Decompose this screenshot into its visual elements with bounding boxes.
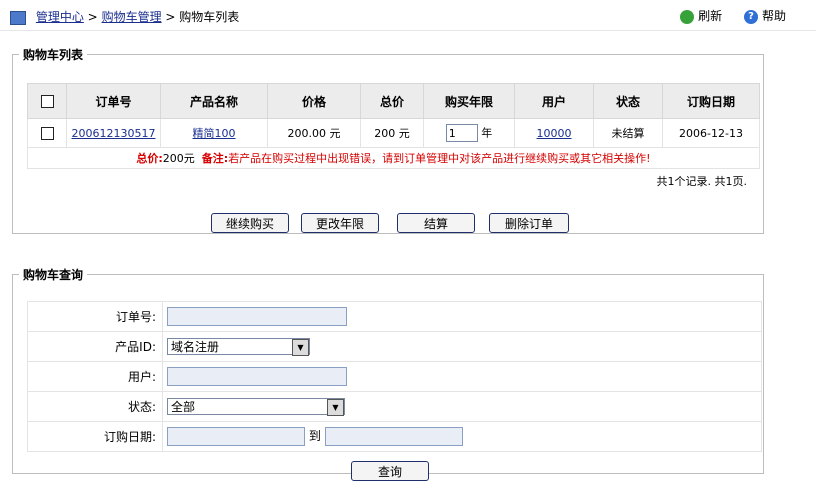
cart-query-legend: 购物车查询 (23, 268, 84, 282)
query-form: 订单号: 产品ID: 域名注册 ▼ 用户: 状态: 全部 ▼ 订购日期: 到 (27, 301, 762, 452)
breadcrumb-current: 购物车列表 (179, 10, 240, 24)
top-actions: 刷新 ? 帮助 (662, 7, 786, 24)
total-row: 总价:200元 备注:若产品在购买过程中出现错误，请到订单管理中对该产品进行继续… (27, 147, 760, 169)
user-label: 用户: (27, 361, 163, 392)
product-id-select[interactable]: 域名注册 ▼ (167, 338, 310, 356)
note-text: 若产品在购买过程中出现错误，请到订单管理中对该产品进行继续购买或其它相关操作! (228, 152, 651, 165)
table-header: 订单号 产品名称 价格 总价 购买年限 用户 状态 订购日期 (27, 83, 760, 119)
total-cell: 200 元 (360, 118, 424, 148)
user-value-cell (162, 361, 762, 392)
checkout-button[interactable]: 结算 (397, 213, 475, 233)
select-all-cell (27, 83, 67, 119)
order-no-cell: 200612130517 (66, 118, 161, 148)
date-value-cell: 到 (162, 421, 762, 452)
top-bar: 管理中心 > 购物车管理 > 购物车列表 刷新 ? 帮助 (0, 0, 816, 31)
product-cell: 精简100 (160, 118, 268, 148)
row-checkbox[interactable] (40, 126, 54, 140)
breadcrumb-home-link[interactable]: 管理中心 (36, 10, 84, 24)
status-select[interactable]: 全部 ▼ (167, 398, 345, 416)
record-summary: 共1个记录. 共1页. (656, 175, 748, 188)
help-icon: ? (743, 9, 758, 24)
breadcrumb-section-link[interactable]: 购物车管理 (102, 10, 162, 24)
order-no-label: 订单号: (27, 301, 163, 332)
cart-list-legend: 购物车列表 (23, 48, 84, 62)
product-id-row: 产品ID: 域名注册 ▼ (27, 331, 762, 362)
column-header: 总价 (360, 83, 424, 119)
breadcrumb-separator: > (87, 10, 98, 24)
status-row: 状态: 全部 ▼ (27, 391, 762, 422)
date-cell: 2006-12-13 (662, 118, 760, 148)
user-cell: 10000 (514, 118, 594, 148)
select-all-checkbox[interactable] (40, 95, 54, 108)
refresh-label: 刷新 (698, 9, 723, 23)
table-row: 200612130517 精简100 200.00 元 200 元 年 1000… (27, 118, 760, 148)
years-cell: 年 (423, 118, 515, 148)
status-value-cell: 全部 ▼ (162, 391, 762, 422)
years-input[interactable] (445, 124, 478, 142)
column-header: 状态 (593, 83, 663, 119)
refresh-icon (680, 9, 695, 24)
refresh-button[interactable]: 刷新 (680, 7, 722, 24)
date-row: 订购日期: 到 (27, 421, 762, 452)
column-header: 购买年限 (423, 83, 515, 119)
date-to-input[interactable] (324, 427, 463, 446)
column-header: 订单号 (66, 83, 161, 119)
breadcrumb: 管理中心 > 购物车管理 > 购物车列表 (10, 8, 239, 25)
product-id-label: 产品ID: (27, 331, 163, 362)
cart-list-panel: 购物车列表 订单号 产品名称 价格 总价 购买年限 用户 状态 订购日期 200… (12, 46, 764, 234)
column-header: 订购日期 (662, 83, 760, 119)
note-label: 备注: (201, 152, 229, 165)
column-header: 价格 (267, 83, 361, 119)
window-icon (10, 10, 26, 25)
delete-order-button[interactable]: 删除订单 (489, 213, 569, 233)
continue-purchase-button[interactable]: 继续购买 (211, 213, 289, 233)
cart-table: 订单号 产品名称 价格 总价 购买年限 用户 状态 订购日期 200612130… (27, 83, 760, 169)
order-no-input[interactable] (167, 307, 347, 326)
date-from-input[interactable] (167, 427, 305, 446)
total-value: 200元 (162, 152, 195, 165)
column-header: 用户 (514, 83, 594, 119)
order-no-value-cell (162, 301, 762, 332)
price-cell: 200.00 元 (267, 118, 361, 148)
status-label: 状态: (27, 391, 163, 422)
date-to-label: 到 (308, 429, 321, 443)
breadcrumb-separator: > (165, 10, 176, 24)
total-label: 总价: (136, 152, 163, 165)
product-link[interactable]: 精简100 (193, 127, 236, 140)
chevron-down-icon: ▼ (292, 339, 309, 356)
status-selected: 全部 (171, 400, 196, 414)
status-cell: 未结算 (593, 118, 663, 148)
order-no-row: 订单号: (27, 301, 762, 332)
user-link[interactable]: 10000 (537, 127, 572, 140)
product-id-value-cell: 域名注册 ▼ (162, 331, 762, 362)
change-years-button[interactable]: 更改年限 (301, 213, 379, 233)
row-select-cell (27, 118, 67, 148)
column-header: 产品名称 (160, 83, 268, 119)
user-row: 用户: (27, 361, 762, 392)
product-id-selected: 域名注册 (171, 340, 220, 354)
date-label: 订购日期: (27, 421, 163, 452)
total-note-cell: 总价:200元 备注:若产品在购买过程中出现错误，请到订单管理中对该产品进行继续… (27, 147, 760, 169)
year-unit: 年 (481, 126, 493, 140)
cart-query-panel: 购物车查询 订单号: 产品ID: 域名注册 ▼ 用户: 状态: 全部 ▼ 订购日期: (12, 266, 764, 481)
chevron-down-icon: ▼ (327, 399, 344, 416)
user-input[interactable] (167, 367, 347, 386)
order-no-link[interactable]: 200612130517 (72, 127, 156, 140)
query-button[interactable]: 查询 (351, 461, 429, 481)
help-label: 帮助 (761, 9, 786, 23)
help-button[interactable]: ? 帮助 (743, 7, 786, 24)
